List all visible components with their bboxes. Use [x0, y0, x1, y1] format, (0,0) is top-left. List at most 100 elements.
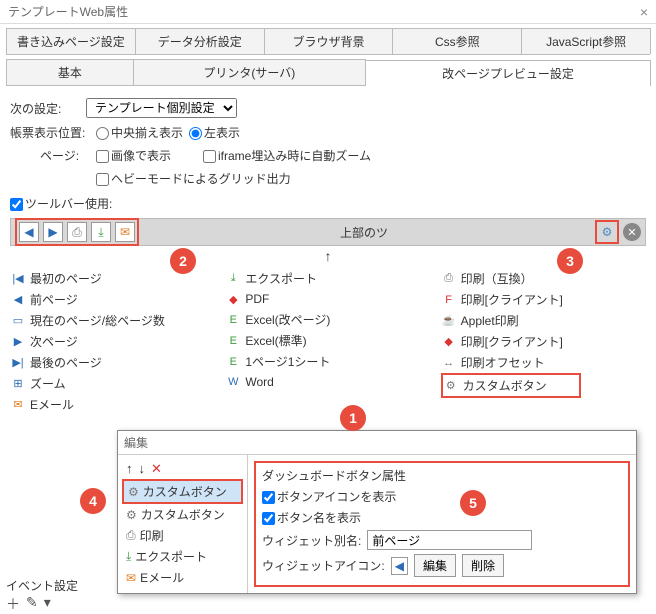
list-item[interactable]: EExcel(改ページ)	[225, 309, 430, 330]
list-item[interactable]: ▶|最後のページ	[10, 352, 215, 373]
tab-css-ref[interactable]: Css参照	[392, 28, 522, 54]
list-item[interactable]: ↔印刷オフセット	[441, 352, 646, 373]
list-item[interactable]: ▭現在のページ/総ページ数	[10, 310, 215, 331]
delete-icon[interactable]: ✕	[151, 461, 162, 477]
edit-list-item[interactable]: ⤓エクスポート	[122, 546, 243, 567]
gear-icon[interactable]: ⚙	[598, 223, 616, 241]
page-label: ページ:	[40, 147, 90, 164]
callout-2: 2	[170, 248, 196, 274]
add-icon[interactable]: ＋	[6, 594, 20, 614]
event-settings-label: イベント設定	[6, 577, 78, 594]
print-client2-icon: ◆	[441, 334, 457, 350]
tab-data-analysis[interactable]: データ分析設定	[135, 28, 265, 54]
edit-list-item[interactable]: ⎙印刷	[122, 525, 243, 546]
callout-3: 3	[557, 248, 583, 274]
export-icon[interactable]: ⤓	[91, 222, 111, 242]
page-count-icon: ▭	[10, 313, 26, 329]
chk-show-name-label[interactable]: ボタン名を表示	[262, 509, 361, 526]
insert-arrow-icon: ↑	[10, 248, 646, 264]
list-item[interactable]: ⎙印刷（互換）	[441, 268, 646, 289]
email-icon: ✉	[126, 571, 136, 585]
next-icon[interactable]: ▶	[43, 222, 63, 242]
list-item[interactable]: ▶次ページ	[10, 331, 215, 352]
event-settings-bar: イベント設定	[6, 577, 78, 594]
widget-alias-input[interactable]	[367, 530, 532, 550]
radio-left-label[interactable]: 左表示	[189, 124, 240, 141]
tab-browser-bg[interactable]: ブラウザ背景	[264, 28, 394, 54]
move-down-icon[interactable]: ↓	[139, 461, 146, 477]
list-item[interactable]: EExcel(標準)	[225, 330, 430, 351]
chk-show-name[interactable]	[262, 512, 275, 525]
remove-icon[interactable]: ✕	[623, 223, 641, 241]
print-client-icon: F	[441, 292, 457, 308]
gear-icon: ⚙	[128, 485, 139, 499]
print-offset-icon: ↔	[441, 355, 457, 371]
list-item[interactable]: ◆印刷[クライアント]	[441, 331, 646, 352]
list-item[interactable]: ◀前ページ	[10, 289, 215, 310]
first-page-icon: |◀	[10, 271, 26, 287]
list-item-custom-button[interactable]: ⚙カスタムボタン	[441, 373, 581, 398]
chk-heavy-label[interactable]: ヘビーモードによるグリッド出力	[96, 170, 291, 187]
close-icon[interactable]: ×	[640, 4, 648, 20]
report-pos-label: 帳票表示位置:	[10, 124, 90, 141]
tab-page-break-preview[interactable]: 改ページプレビュー設定	[365, 60, 651, 86]
icon-delete-button[interactable]: 削除	[462, 554, 504, 577]
next-setting-label: 次の設定:	[10, 100, 80, 117]
last-page-icon: ▶|	[10, 355, 26, 371]
print-icon[interactable]: ⎙	[67, 222, 87, 242]
email-icon[interactable]: ✉	[115, 222, 135, 242]
toolbar-bar: ◀ ▶ ⎙ ⤓ ✉ 上部のツ ⚙ ✕	[10, 218, 646, 246]
window-title: テンプレートWeb属性	[8, 3, 128, 20]
radio-left[interactable]	[189, 127, 202, 140]
list-item[interactable]: F印刷[クライアント]	[441, 289, 646, 310]
edit-list-item-selected[interactable]: ⚙カスタムボタン	[122, 479, 243, 504]
print-icon: ⎙	[126, 528, 136, 543]
callout-1: 1	[340, 405, 366, 431]
chk-iframe-label[interactable]: iframe埋込み時に自動ズーム	[203, 147, 371, 164]
chk-toolbar-use[interactable]	[10, 198, 23, 211]
edit-pencil-icon[interactable]: ✎	[26, 594, 38, 614]
excel-page-icon: E	[225, 312, 241, 328]
list-item[interactable]: ☕Applet印刷	[441, 310, 646, 331]
gear-icon: ⚙	[443, 378, 459, 394]
list-item[interactable]: ◆PDF	[225, 289, 430, 309]
radio-center-label[interactable]: 中央揃え表示	[96, 124, 183, 141]
toolbar-use-label[interactable]: ツールバー使用:	[10, 195, 112, 212]
prev-page-icon: ◀	[10, 292, 26, 308]
tab-basic[interactable]: 基本	[6, 59, 134, 85]
chk-iframe[interactable]	[203, 150, 216, 163]
edit-list-item[interactable]: ⚙カスタムボタン	[122, 504, 243, 525]
prev-icon[interactable]: ◀	[19, 222, 39, 242]
print-compat-icon: ⎙	[441, 271, 457, 287]
email-icon: ✉	[10, 397, 26, 413]
callout-4: 4	[80, 488, 106, 514]
chk-image[interactable]	[96, 150, 109, 163]
edit-popup-title: 編集	[118, 431, 636, 455]
chk-show-icon[interactable]	[262, 491, 275, 504]
tab-write-page[interactable]: 書き込みページ設定	[6, 28, 136, 54]
list-item[interactable]: ✉Eメール	[10, 394, 215, 415]
move-up-icon[interactable]: ↑	[126, 461, 133, 477]
pdf-icon: ◆	[225, 291, 241, 307]
chk-image-label[interactable]: 画像で表示	[96, 147, 171, 164]
callout-5: 5	[460, 490, 486, 516]
list-item[interactable]: ⤓エクスポート	[225, 268, 430, 289]
list-item[interactable]: E1ページ1シート	[225, 351, 430, 372]
tab-printer-server[interactable]: プリンタ(サーバ)	[133, 59, 366, 85]
list-item[interactable]: ⊞ズーム	[10, 373, 215, 394]
chk-heavy[interactable]	[96, 173, 109, 186]
props-title: ダッシュボードボタン属性	[262, 467, 622, 484]
next-page-icon: ▶	[10, 334, 26, 350]
chk-show-icon-label[interactable]: ボタンアイコンを表示	[262, 488, 396, 505]
tab-row-1: 書き込みページ設定 データ分析設定 ブラウザ背景 Css参照 JavaScrip…	[6, 28, 650, 55]
tab-js-ref[interactable]: JavaScript参照	[521, 28, 651, 54]
button-list-columns: |◀最初のページ ◀前ページ ▭現在のページ/総ページ数 ▶次ページ ▶|最後の…	[10, 268, 646, 415]
icon-edit-button[interactable]: 編集	[414, 554, 456, 577]
radio-center[interactable]	[96, 127, 109, 140]
list-item[interactable]: WWord	[225, 372, 430, 392]
next-setting-select[interactable]: テンプレート個別設定	[86, 98, 237, 118]
excel-std-icon: E	[225, 333, 241, 349]
edit-list-item[interactable]: ✉Eメール	[122, 567, 243, 588]
gear-icon: ⚙	[126, 508, 137, 522]
dropdown-icon[interactable]: ▾	[44, 594, 51, 614]
